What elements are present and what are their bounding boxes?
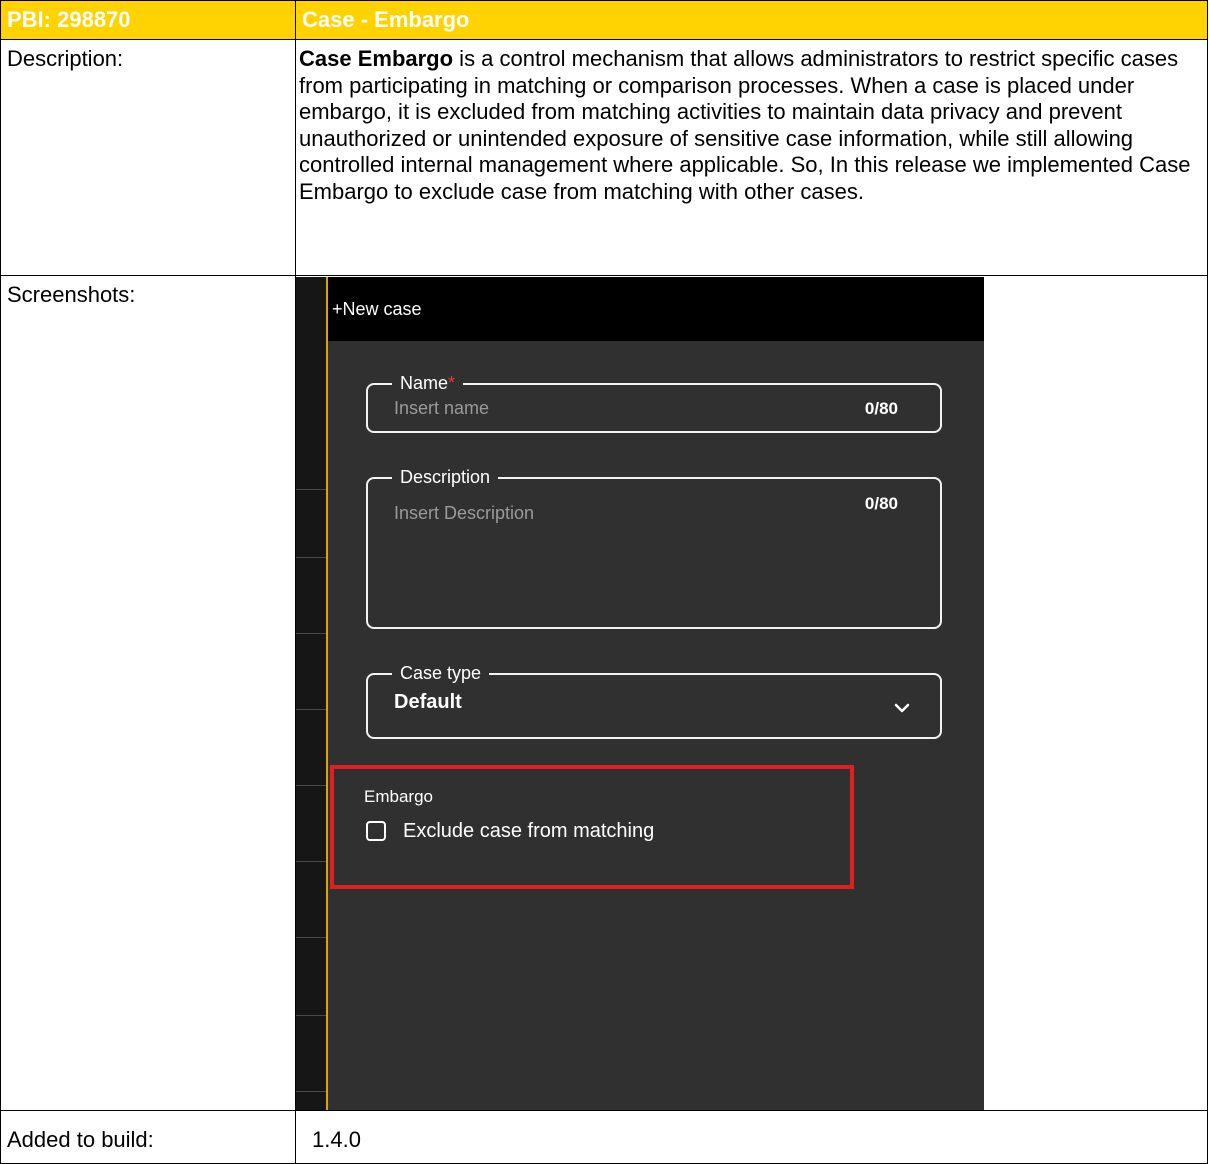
case-type-label: Case type xyxy=(392,662,490,684)
side-strip xyxy=(296,277,326,1110)
strip-divider xyxy=(296,861,326,862)
new-case-title[interactable]: +New case xyxy=(332,299,422,320)
strip-divider xyxy=(296,709,326,710)
required-asterisk: * xyxy=(448,373,456,393)
header-row: PBI: 298870 Case - Embargo xyxy=(0,0,1208,40)
name-label-text: Name xyxy=(400,373,449,393)
embargo-title: Embargo xyxy=(364,787,433,806)
description-field[interactable]: Description Insert Description 0/80 xyxy=(366,466,942,629)
description-placeholder: Insert Description xyxy=(394,503,535,523)
description-counter: 0/80 xyxy=(864,494,898,513)
case-type-value: Default xyxy=(394,691,462,713)
description-bold-lead: Case Embargo xyxy=(299,46,454,71)
description-row: Description: Case Embargo is a control m… xyxy=(0,39,1208,276)
strip-divider xyxy=(296,633,326,634)
pbi-id: PBI: 298870 xyxy=(1,1,296,39)
build-row: Added to build: 1.4.0 xyxy=(0,1110,1208,1164)
case-type-select[interactable]: Case type Default xyxy=(366,662,942,739)
description-text: Case Embargo is a control mechanism that… xyxy=(296,40,1207,275)
name-field[interactable]: Name* Insert name 0/80 xyxy=(366,372,942,433)
screenshots-label: Screenshots: xyxy=(1,276,296,1110)
strip-divider xyxy=(296,557,326,558)
build-value: 1.4.0 xyxy=(312,1127,361,1152)
build-label: Added to build: xyxy=(1,1111,296,1163)
pbi-title: Case - Embargo xyxy=(302,7,470,32)
panel-topbar xyxy=(328,277,984,341)
name-counter: 0/80 xyxy=(864,399,898,418)
description-label: Description: xyxy=(1,40,296,275)
strip-divider xyxy=(296,489,326,490)
accent-line xyxy=(326,277,328,1110)
name-placeholder: Insert name xyxy=(394,398,490,418)
name-field-label: Name* xyxy=(392,372,464,394)
strip-divider xyxy=(296,1091,326,1092)
strip-divider xyxy=(296,937,326,938)
new-case-screenshot: +New case Name* Insert name 0/80 Descrip… xyxy=(296,277,984,1110)
strip-divider xyxy=(296,1015,326,1016)
exclude-from-matching-label[interactable]: Exclude case from matching xyxy=(403,820,654,843)
description-field-label: Description xyxy=(392,466,499,488)
chevron-down-icon[interactable] xyxy=(894,703,910,713)
strip-divider xyxy=(296,785,326,786)
exclude-from-matching-checkbox[interactable] xyxy=(366,821,386,841)
